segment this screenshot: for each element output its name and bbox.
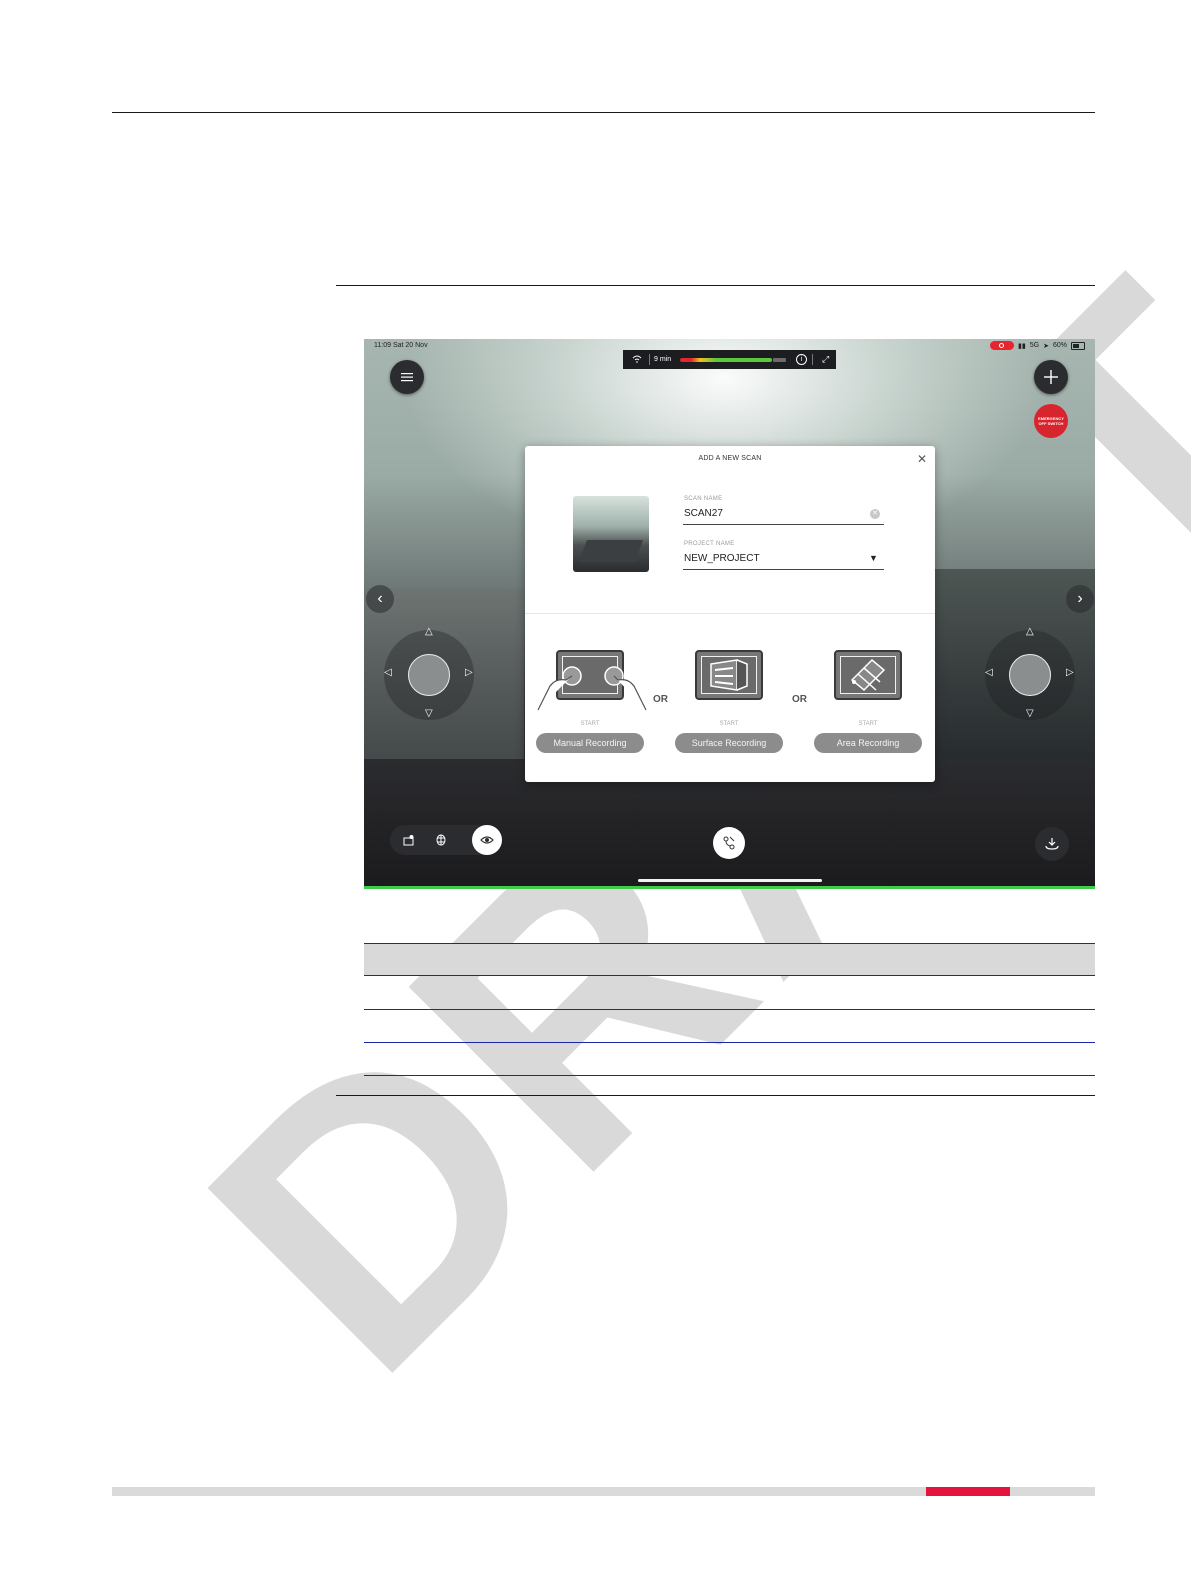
battery-percent: 60%: [1052, 342, 1067, 349]
joystick-knob[interactable]: [1009, 654, 1051, 696]
project-name-underline: [683, 569, 884, 570]
dialog-divider: [525, 613, 935, 614]
footer-accent: [926, 1487, 1010, 1496]
chevron-right-icon[interactable]: ›: [1066, 585, 1094, 613]
plus-icon: [1044, 370, 1058, 384]
recording-indicator-icon: [990, 341, 1015, 350]
arrow-left-icon: ◁: [384, 667, 392, 678]
arrow-right-icon: ▷: [1066, 667, 1074, 678]
app-screenshot: 11:09 Sat 20 Nov ▮▮ 5G ➤ 60% 9 min i ⤢ E…: [364, 339, 1095, 889]
scan-thumbnail: [573, 496, 649, 572]
path-tool-icon[interactable]: [713, 827, 745, 859]
network-type: 5G: [1029, 342, 1040, 349]
hamburger-icon: [401, 373, 413, 382]
download-icon[interactable]: [1035, 827, 1069, 861]
close-icon[interactable]: ✕: [917, 452, 927, 466]
arrow-right-icon: ▷: [465, 667, 473, 678]
battery-icon: [1071, 341, 1085, 350]
eye-icon[interactable]: [472, 825, 502, 855]
arrow-down-icon: ▽: [425, 708, 433, 719]
manual-recording-illustration-icon: [537, 650, 647, 711]
joystick-knob[interactable]: [408, 654, 450, 696]
menu-button[interactable]: [390, 360, 424, 394]
start-label-area: START: [858, 721, 878, 727]
section-rule-bottom: [336, 1095, 1095, 1096]
emergency-off-button[interactable]: EMERGENCY OFF SWITCH: [1034, 404, 1068, 438]
divider: [649, 354, 650, 365]
arrow-down-icon: ▽: [1026, 708, 1034, 719]
or-separator: OR: [792, 694, 807, 705]
manual-recording-button[interactable]: Manual Recording: [536, 733, 644, 753]
divider: [812, 354, 813, 365]
add-button[interactable]: [1034, 360, 1068, 394]
connection-bar: 9 min i ⤢: [623, 350, 836, 369]
info-icon[interactable]: i: [796, 354, 807, 365]
expand-icon[interactable]: ⤢: [822, 354, 829, 365]
project-name-label: PROJECT NAME: [684, 541, 735, 547]
right-joystick[interactable]: △ ▽ ◁ ▷: [975, 620, 1085, 730]
arrow-up-icon: △: [425, 626, 433, 637]
arrow-left-icon: ◁: [985, 667, 993, 678]
project-name-dropdown[interactable]: NEW_PROJECT: [684, 553, 760, 564]
signal-quality-bar: [680, 357, 772, 362]
section-rule-top: [336, 285, 1095, 286]
scan-name-input[interactable]: SCAN27: [684, 508, 723, 519]
scan-name-label: SCAN NAME: [684, 496, 723, 502]
home-indicator: [638, 879, 822, 882]
point-cloud-icon[interactable]: [430, 829, 452, 851]
scan-name-underline: [683, 524, 884, 525]
table-row: [364, 1075, 1095, 1076]
start-label-surface: START: [719, 721, 739, 727]
add-scan-dialog: ADD A NEW SCAN ✕ SCAN NAME SCAN27 ✕ PROJ…: [525, 446, 935, 782]
map-pin-icon[interactable]: [398, 829, 420, 851]
wifi-icon: [629, 355, 645, 365]
table-row: [364, 1042, 1095, 1043]
signal-bars-icon: ▮▮: [1018, 342, 1026, 350]
area-recording-button[interactable]: Area Recording: [814, 733, 922, 753]
dialog-title: ADD A NEW SCAN: [698, 455, 762, 462]
surface-recording-illustration-icon: [695, 650, 763, 700]
view-mode-toolbar: [390, 825, 502, 855]
surface-recording-button[interactable]: Surface Recording: [675, 733, 783, 753]
chevron-left-icon[interactable]: ‹: [366, 585, 394, 613]
location-icon: ➤: [1043, 342, 1049, 350]
remaining-time: 9 min: [654, 356, 672, 363]
dropdown-caret-icon[interactable]: ▼: [869, 553, 878, 563]
status-bar-right: ▮▮ 5G ➤ 60%: [990, 341, 1085, 350]
start-label-manual: START: [580, 721, 600, 727]
area-recording-illustration-icon: [834, 650, 902, 700]
table-row: [364, 1009, 1095, 1010]
clear-input-icon[interactable]: ✕: [870, 509, 880, 519]
table-header-row: [364, 943, 1095, 976]
arrow-up-icon: △: [1026, 626, 1034, 637]
status-bar-time: 11:09 Sat 20 Nov: [374, 342, 428, 349]
header-rule: [112, 112, 1095, 113]
left-joystick[interactable]: △ ▽ ◁ ▷: [374, 620, 484, 730]
signal-quality-bar-remainder: [773, 357, 786, 362]
or-separator: OR: [653, 694, 668, 705]
